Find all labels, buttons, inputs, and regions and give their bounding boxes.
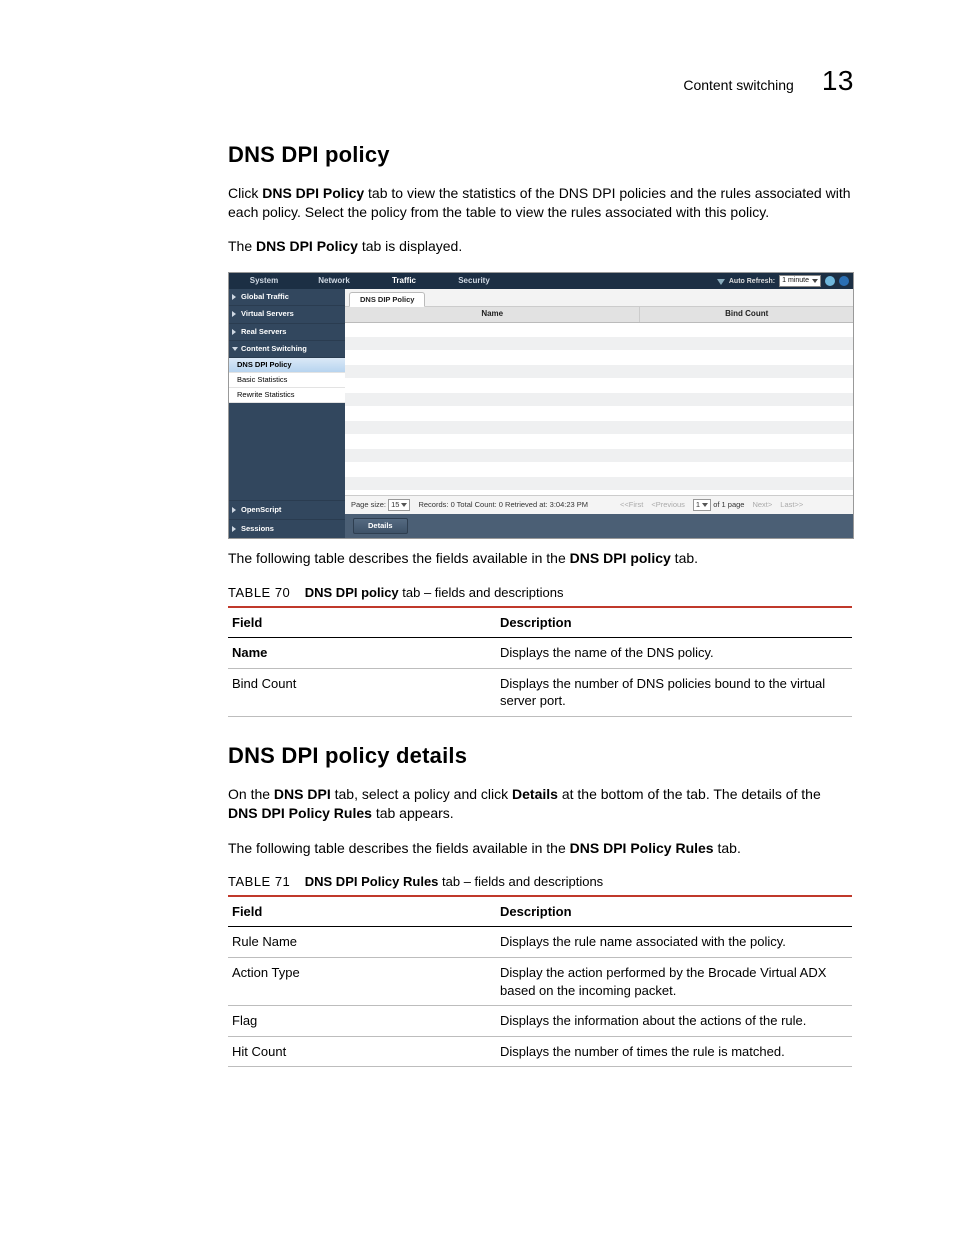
table71-row0-field: Rule Name — [228, 927, 496, 958]
chevron-right-icon — [232, 526, 236, 532]
auto-refresh-select[interactable]: 1 minute — [779, 275, 821, 287]
chevron-right-icon — [232, 294, 236, 300]
app-menubar: System Network Traffic Security Auto Ref… — [229, 273, 853, 289]
table-row[interactable] — [345, 393, 853, 407]
details-button[interactable]: Details — [353, 518, 408, 534]
table-row[interactable] — [345, 365, 853, 379]
table71-caption: TABLE 71 DNS DPI Policy Rules tab – fiel… — [228, 873, 854, 891]
table-row[interactable] — [345, 421, 853, 435]
auto-refresh-label: Auto Refresh: — [729, 277, 775, 286]
table-row[interactable] — [345, 463, 853, 477]
grid-rows — [345, 323, 853, 495]
section-title-dns-dpi-policy-details: DNS DPI policy details — [228, 741, 854, 771]
grid-pager: Page size: 15 Records: 0 Total Count: 0 … — [345, 495, 853, 514]
table-row: Name Displays the name of the DNS policy… — [228, 638, 852, 669]
table70-row1-desc: Displays the number of DNS policies boun… — [496, 668, 852, 716]
sidebar: Global Traffic Virtual Servers Real Serv… — [229, 289, 345, 538]
sidebar-item-content-switching[interactable]: Content Switching — [229, 341, 345, 358]
table71-row0-desc: Displays the rule name associated with t… — [496, 927, 852, 958]
pager-page-input[interactable]: 1 — [693, 499, 711, 511]
running-header: Content switching 13 — [683, 62, 854, 100]
pager-last[interactable]: Last>> — [780, 500, 803, 510]
tab-dns-dip-policy[interactable]: DNS DIP Policy — [349, 292, 425, 307]
section1-paragraph-3: The following table describes the fields… — [228, 549, 854, 568]
menubar-tab-network[interactable]: Network — [299, 273, 369, 289]
pager-first[interactable]: <<First — [620, 500, 643, 510]
table-row[interactable] — [345, 449, 853, 463]
pager-next[interactable]: Next> — [752, 500, 772, 510]
section1-paragraph-2: The DNS DPI Policy tab is displayed. — [228, 237, 854, 256]
table-row[interactable] — [345, 407, 853, 421]
chevron-down-icon — [401, 503, 407, 507]
pager-prev[interactable]: <Previous — [651, 500, 685, 510]
table-row[interactable] — [345, 337, 853, 351]
section2-paragraph-2: The following table describes the fields… — [228, 839, 854, 858]
sidebar-item-global-traffic[interactable]: Global Traffic — [229, 289, 345, 306]
table71-row3-field: Hit Count — [228, 1036, 496, 1067]
sidebar-sub-basic-statistics[interactable]: Basic Statistics — [229, 373, 345, 388]
page-size-label: Page size: — [351, 500, 386, 509]
table71-row2-desc: Displays the information about the actio… — [496, 1006, 852, 1037]
table-row: Hit Count Displays the number of times t… — [228, 1036, 852, 1067]
chevron-right-icon — [232, 507, 236, 513]
table71-row1-desc: Display the action performed by the Broc… — [496, 958, 852, 1006]
sidebar-sub-rewrite-statistics[interactable]: Rewrite Statistics — [229, 388, 345, 403]
table70-row0-desc: Displays the name of the DNS policy. — [496, 638, 852, 669]
menubar-tab-system[interactable]: System — [229, 273, 299, 289]
content-tabstrip: DNS DIP Policy — [345, 289, 853, 307]
table71-head-field: Field — [228, 896, 496, 927]
table-row[interactable] — [345, 477, 853, 491]
sidebar-item-openscript[interactable]: OpenScript — [229, 500, 345, 519]
section1-paragraph-1: Click DNS DPI Policy tab to view the sta… — [228, 184, 854, 222]
sidebar-item-sessions[interactable]: Sessions — [229, 519, 345, 538]
button-bar: Details — [345, 514, 853, 538]
table70-caption: TABLE 70 DNS DPI policy tab – fields and… — [228, 584, 854, 602]
table70: Field Description Name Displays the name… — [228, 606, 852, 717]
sidebar-sub-dns-dpi-policy[interactable]: DNS DPI Policy — [229, 358, 345, 373]
chevron-right-icon — [232, 311, 236, 317]
grid-header-name[interactable]: Name — [345, 307, 640, 322]
menubar-tab-security[interactable]: Security — [439, 273, 509, 289]
table71-row1-field: Action Type — [228, 958, 496, 1006]
table-row[interactable] — [345, 435, 853, 449]
table71-row2-field: Flag — [228, 1006, 496, 1037]
chevron-down-icon — [702, 503, 708, 507]
menubar-tab-traffic[interactable]: Traffic — [369, 273, 439, 289]
table-row[interactable] — [345, 379, 853, 393]
grid-header-bind-count[interactable]: Bind Count — [640, 307, 853, 322]
section-title-dns-dpi-policy: DNS DPI policy — [228, 140, 854, 170]
refresh-icon[interactable] — [825, 276, 835, 286]
table-row[interactable] — [345, 351, 853, 365]
page-number: 13 — [822, 62, 854, 100]
table70-row0-field: Name — [228, 638, 496, 669]
table-row: Flag Displays the information about the … — [228, 1006, 852, 1037]
chevron-right-icon — [232, 329, 236, 335]
page-size-select[interactable]: 15 — [388, 499, 410, 511]
table-row: Rule Name Displays the rule name associa… — [228, 927, 852, 958]
table70-row1-field: Bind Count — [228, 668, 496, 716]
table71: Field Description Rule Name Displays the… — [228, 895, 852, 1067]
sidebar-item-virtual-servers[interactable]: Virtual Servers — [229, 306, 345, 323]
table71-row3-desc: Displays the number of times the rule is… — [496, 1036, 852, 1067]
pin-icon[interactable] — [717, 279, 725, 285]
sidebar-item-real-servers[interactable]: Real Servers — [229, 324, 345, 341]
section2-paragraph-1: On the DNS DPI tab, select a policy and … — [228, 785, 854, 823]
table-row[interactable] — [345, 323, 853, 337]
table70-head-description: Description — [496, 607, 852, 638]
chevron-down-icon — [812, 279, 818, 283]
table-row: Bind Count Displays the number of DNS po… — [228, 668, 852, 716]
chevron-down-icon — [232, 347, 238, 351]
screenshot-dns-dpi-policy-tab: System Network Traffic Security Auto Ref… — [228, 272, 854, 539]
table71-head-description: Description — [496, 896, 852, 927]
pager-of-pages: of 1 page — [713, 500, 744, 509]
breadcrumb: Content switching — [683, 76, 794, 95]
records-status: Records: 0 Total Count: 0 Retrieved at: … — [418, 500, 588, 510]
table70-head-field: Field — [228, 607, 496, 638]
policy-grid: Name Bind Count — [345, 307, 853, 514]
table-row: Action Type Display the action performed… — [228, 958, 852, 1006]
help-icon[interactable] — [839, 276, 849, 286]
